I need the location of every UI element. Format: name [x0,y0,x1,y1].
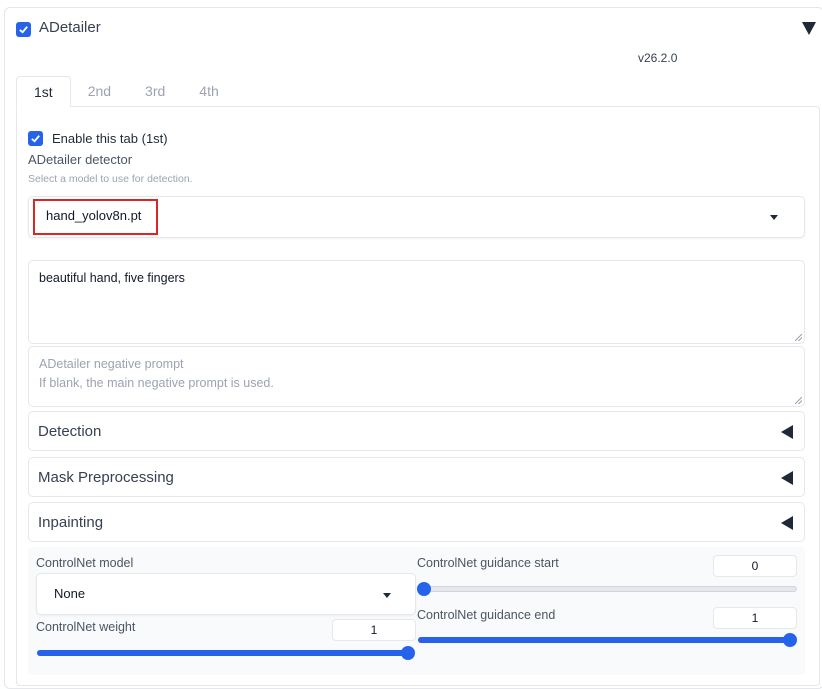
adetailer-title: ADetailer [39,19,101,36]
tab-3rd[interactable]: 3rd [128,76,182,107]
detector-label: ADetailer detector [28,152,133,167]
controlnet-guidance-end-label: ControlNet guidance end [417,608,556,622]
controlnet-guidance-start-label: ControlNet guidance start [417,556,559,570]
resize-grip-icon[interactable] [795,397,802,404]
adetailer-enable-checkbox[interactable] [16,22,31,37]
accordion-mask-preprocessing[interactable]: Mask Preprocessing [28,457,805,497]
accordion-inpainting[interactable]: Inpainting [28,502,805,542]
slider-track [424,586,797,592]
accordion-detection[interactable]: Detection [28,411,805,451]
controlnet-model-value: None [54,586,86,601]
accordion-inpainting-label: Inpainting [38,514,104,531]
slider-fill [37,650,408,656]
controlnet-guidance-start-slider[interactable] [417,582,797,596]
tab-4th[interactable]: 4th [182,76,235,107]
enable-tab-label: Enable this tab (1st) [52,131,168,146]
expand-triangle-icon [781,516,793,530]
chevron-down-icon [383,593,391,598]
negative-prompt-placeholder: ADetailer negative prompt If blank, the … [39,357,274,390]
controlnet-guidance-start-input[interactable]: 0 [713,555,797,577]
slider-thumb[interactable] [783,633,797,647]
tab-1st[interactable]: 1st [16,76,71,107]
controlnet-model-select[interactable]: None [36,573,416,615]
collapse-triangle-icon[interactable] [802,22,816,35]
tab-bar: 1st 2nd 3rd 4th [16,76,236,107]
checkmark-icon [19,26,28,34]
accordion-mask-preprocessing-label: Mask Preprocessing [38,469,174,486]
checkmark-icon [31,135,40,143]
controlnet-guidance-end-input[interactable]: 1 [713,607,797,629]
tab-2nd[interactable]: 2nd [71,76,128,107]
version-label: v26.2.0 [638,51,678,65]
controlnet-weight-input[interactable]: 1 [332,619,416,641]
controlnet-guidance-end-slider[interactable] [418,633,797,647]
controlnet-weight-label: ControlNet weight [36,620,136,634]
accordion-detection-label: Detection [38,423,102,440]
expand-triangle-icon [781,471,793,485]
slider-thumb[interactable] [417,582,431,596]
slider-thumb[interactable] [401,646,415,660]
enable-tab-checkbox[interactable] [28,131,43,146]
slider-fill [418,637,790,643]
controlnet-weight-slider[interactable] [37,646,415,660]
prompt-text: beautiful hand, five fingers [39,271,185,285]
detector-info: Select a model to use for detection. [28,173,193,185]
controlnet-model-label: ControlNet model [36,556,134,570]
expand-triangle-icon [781,425,793,439]
chevron-down-icon [770,215,778,220]
prompt-textarea[interactable]: beautiful hand, five fingers [28,260,805,344]
negative-prompt-textarea[interactable]: ADetailer negative prompt If blank, the … [28,346,805,407]
resize-grip-icon[interactable] [795,334,802,341]
highlight-box [33,199,158,235]
